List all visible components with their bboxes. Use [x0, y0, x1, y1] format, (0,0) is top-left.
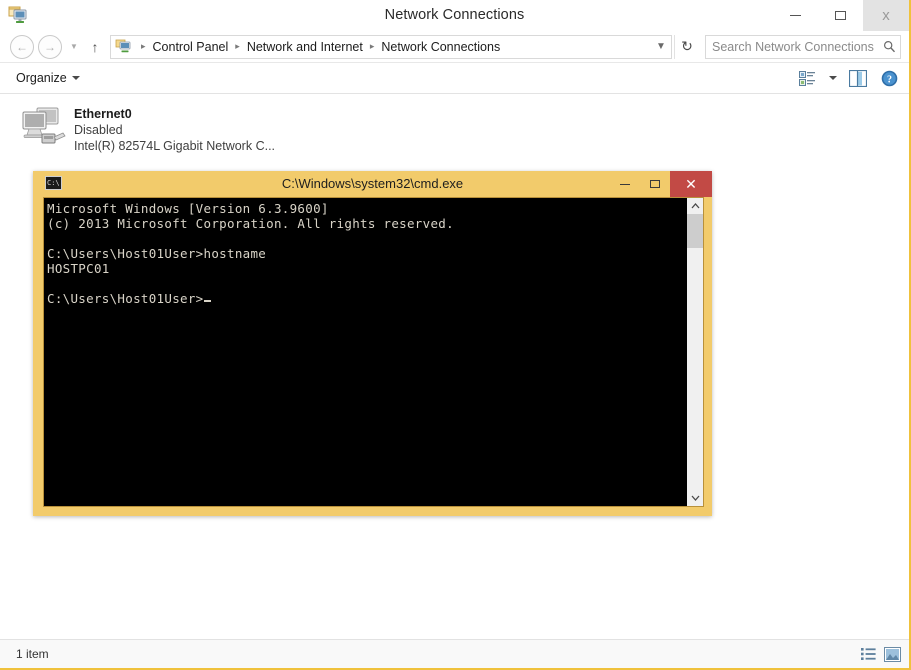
search-icon	[878, 40, 900, 53]
scroll-up-button[interactable]	[687, 198, 703, 214]
minimize-icon	[620, 183, 630, 185]
maximize-button[interactable]	[818, 0, 863, 31]
command-bar: Organize ?	[0, 63, 909, 94]
breadcrumb-network-connections[interactable]: Network Connections	[379, 40, 502, 54]
breadcrumb-separator: ▸	[141, 41, 146, 51]
breadcrumb-network-and-internet[interactable]: Network and Internet	[245, 40, 365, 54]
up-one-level-button[interactable]: ↑	[84, 36, 106, 58]
up-arrow-icon: ↑	[91, 38, 99, 55]
console-line: HOSTPC01	[47, 261, 110, 276]
chevron-down-icon	[828, 76, 837, 80]
address-dropdown-button[interactable]: ▼	[651, 41, 671, 52]
back-arrow-icon: ←	[16, 39, 28, 54]
cmd-body: Microsoft Windows [Version 6.3.9600] (c)…	[43, 197, 704, 507]
cmd-titlebar[interactable]: C:\ C:\Windows\system32\cmd.exe ✕	[33, 171, 712, 197]
navigation-bar: ← → ▼ ↑ ▸ Control Panel ▸ Network and In…	[0, 31, 909, 63]
forward-button[interactable]: →	[38, 34, 62, 59]
breadcrumb-separator: ▸	[235, 41, 240, 51]
forward-arrow-icon: →	[44, 39, 56, 54]
help-button[interactable]: ?	[877, 66, 901, 90]
close-icon: ✕	[685, 176, 697, 192]
scrollbar-thumb[interactable]	[687, 214, 703, 248]
recent-pages-button[interactable]: ▼	[66, 36, 82, 58]
console-prompt: C:\Users\Host01User>	[47, 291, 204, 306]
explorer-titlebar: Network Connections x	[0, 0, 909, 31]
cmd-maximize-button[interactable]	[640, 171, 670, 197]
network-adapter-disabled-icon	[18, 103, 68, 153]
organize-button[interactable]: Organize	[16, 71, 80, 85]
minimize-button[interactable]	[773, 0, 818, 31]
svg-text:?: ?	[887, 74, 892, 85]
list-item[interactable]: Ethernet0 Disabled Intel(R) 82574L Gigab…	[16, 101, 320, 156]
chevron-down-icon	[71, 76, 80, 80]
refresh-icon: ↻	[681, 38, 693, 54]
address-network-connections-icon	[115, 38, 132, 55]
breadcrumb-separator: ▸	[369, 41, 375, 51]
explorer-window-controls: x	[773, 0, 909, 31]
cmd-window: C:\ C:\Windows\system32\cmd.exe ✕ Micros…	[33, 171, 712, 516]
console-line: Microsoft Windows [Version 6.3.9600]	[47, 201, 329, 216]
large-icons-view-button[interactable]	[884, 646, 901, 662]
list-item-text: Ethernet0 Disabled Intel(R) 82574L Gigab…	[74, 103, 275, 154]
change-view-button[interactable]	[795, 66, 819, 90]
close-icon: x	[882, 7, 890, 24]
view-toggle-group	[861, 646, 901, 662]
maximize-icon	[650, 180, 660, 188]
minimize-icon	[790, 15, 801, 16]
chevron-down-icon: ▼	[70, 42, 78, 51]
organize-label: Organize	[16, 71, 67, 85]
command-bar-actions: ?	[795, 66, 901, 90]
console-prompt-line: C:\Users\Host01User>	[47, 291, 686, 306]
cmd-close-button[interactable]: ✕	[670, 171, 712, 197]
item-count-label: 1 item	[16, 647, 49, 661]
chevron-down-icon: ▼	[656, 41, 666, 52]
refresh-button[interactable]: ↻	[674, 34, 699, 59]
close-button[interactable]: x	[863, 0, 909, 31]
back-button[interactable]: ←	[10, 34, 34, 59]
list-item-name: Ethernet0	[74, 107, 132, 121]
preview-pane-button[interactable]	[846, 66, 870, 90]
console-line: (c) 2013 Microsoft Corporation. All righ…	[47, 216, 454, 231]
change-view-dropdown-button[interactable]	[826, 66, 839, 90]
scrollbar-track[interactable]	[687, 214, 703, 490]
console-cursor	[203, 300, 211, 302]
console-scrollbar[interactable]	[686, 198, 703, 506]
cmd-minimize-button[interactable]	[610, 171, 640, 197]
console-line: C:\Users\Host01User>hostname	[47, 246, 267, 261]
search-input[interactable]: Search Network Connections	[706, 40, 878, 54]
cmd-window-controls: ✕	[610, 171, 712, 197]
breadcrumb-control-panel[interactable]: Control Panel	[151, 40, 231, 54]
preview-pane-icon	[849, 69, 867, 87]
scroll-down-button[interactable]	[687, 490, 703, 506]
address-bar[interactable]: ▸ Control Panel ▸ Network and Internet ▸…	[110, 34, 672, 59]
search-box[interactable]: Search Network Connections	[705, 34, 901, 59]
help-icon: ?	[881, 70, 898, 87]
list-item-status: Disabled	[74, 123, 123, 137]
console-output[interactable]: Microsoft Windows [Version 6.3.9600] (c)…	[44, 198, 686, 506]
details-view-button[interactable]	[861, 647, 876, 661]
status-bar: 1 item	[0, 639, 909, 668]
maximize-icon	[835, 11, 846, 20]
change-view-icon	[798, 70, 816, 86]
list-item-adapter: Intel(R) 82574L Gigabit Network C...	[74, 139, 276, 153]
